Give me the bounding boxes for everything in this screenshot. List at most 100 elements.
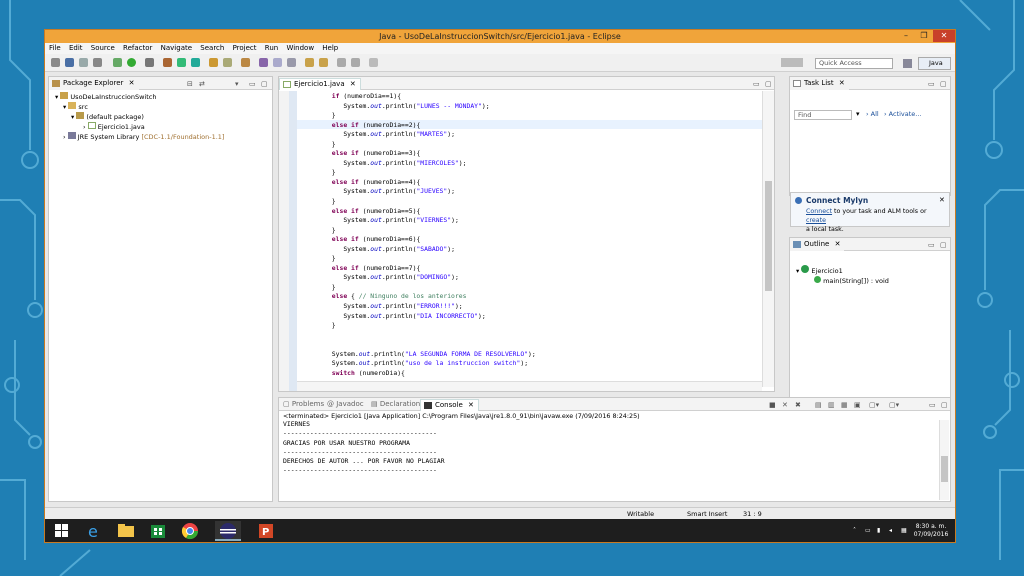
new-package-icon[interactable]	[177, 58, 186, 67]
package-explorer-tab[interactable]: Package Explorer ✕	[49, 78, 139, 90]
next-annotation-icon[interactable]	[305, 58, 314, 67]
outline-tab[interactable]: Outline ✕	[790, 239, 845, 251]
open-perspective-icon[interactable]	[903, 59, 912, 68]
tray-up-arrow-icon[interactable]: ˄	[853, 527, 856, 535]
menu-navigate[interactable]: Navigate	[161, 44, 192, 52]
minimize-view-icon[interactable]: ▭	[928, 239, 935, 252]
tab-javadoc[interactable]: @ Javadoc	[327, 398, 364, 411]
connect-link[interactable]: Connect	[806, 208, 832, 215]
menu-file[interactable]: File	[49, 44, 61, 52]
tab-declaration[interactable]: ▤ Declaration	[371, 398, 420, 411]
maximize-view-icon[interactable]: ▢	[941, 399, 948, 412]
search-icon[interactable]	[241, 58, 250, 67]
minimize-view-icon[interactable]: ▭	[929, 399, 936, 412]
pin-console-icon[interactable]: ▣	[854, 399, 861, 412]
view-menu-icon[interactable]: ▾	[235, 78, 239, 91]
previous-annotation-icon[interactable]	[319, 58, 328, 67]
close-tab-icon[interactable]: ✕	[835, 240, 841, 248]
menu-help[interactable]: Help	[322, 44, 338, 52]
new-icon[interactable]	[51, 58, 60, 67]
scroll-lock-icon[interactable]: ▥	[828, 399, 835, 412]
debug-icon[interactable]	[113, 58, 122, 67]
pin-editor-icon[interactable]	[369, 58, 378, 67]
maximize-view-icon[interactable]: ▢	[765, 78, 772, 91]
print-icon[interactable]	[93, 58, 102, 67]
task-find-input[interactable]: Find	[794, 110, 852, 120]
editor-horizontal-scrollbar[interactable]	[297, 381, 762, 391]
tree-item-default-package[interactable]: ▾ (default package)	[55, 112, 224, 122]
minimize-view-icon[interactable]: ▭	[928, 78, 935, 91]
toggle-block-selection-icon[interactable]	[273, 58, 282, 67]
show-whitespace-icon[interactable]	[287, 58, 296, 67]
menu-project[interactable]: Project	[233, 44, 257, 52]
powerpoint-taskbar-icon[interactable]: P	[253, 521, 279, 541]
maximize-button[interactable]: ❐	[915, 30, 933, 42]
close-button[interactable]: ✕	[933, 30, 955, 42]
outline-method-item[interactable]: main(String[]) : void	[796, 276, 889, 286]
outline-class-item[interactable]: ▾ Ejercicio1	[796, 265, 889, 276]
editor-vertical-scrollbar[interactable]	[762, 91, 774, 387]
menu-window[interactable]: Window	[286, 44, 314, 52]
minimize-view-icon[interactable]: ▭	[753, 78, 760, 91]
maximize-view-icon[interactable]: ▢	[940, 239, 947, 252]
open-task-icon[interactable]	[223, 58, 232, 67]
close-tab-icon[interactable]: ✕	[839, 79, 845, 87]
file-explorer-taskbar-icon[interactable]	[113, 521, 139, 541]
close-tab-icon[interactable]: ✕	[468, 401, 474, 409]
tab-console[interactable]: Console ✕	[420, 399, 479, 411]
tree-item-project[interactable]: ▾ UsoDeLaInstruccionSwitch	[55, 92, 224, 102]
tab-problems[interactable]: ▢ Problems	[283, 398, 324, 411]
clear-console-icon[interactable]: ▤	[815, 399, 822, 412]
back-icon[interactable]	[337, 58, 346, 67]
forward-icon[interactable]	[351, 58, 360, 67]
maximize-view-icon[interactable]: ▢	[940, 78, 947, 91]
internet-explorer-taskbar-icon[interactable]: e	[81, 521, 107, 541]
filter-all-link[interactable]: › All	[866, 110, 879, 118]
save-icon[interactable]	[65, 58, 74, 67]
new-class-icon[interactable]	[191, 58, 200, 67]
minimize-button[interactable]: –	[897, 30, 915, 42]
tray-network-icon[interactable]: ▭	[865, 527, 871, 535]
find-dropdown-icon[interactable]: ▾	[856, 110, 860, 118]
start-button[interactable]	[49, 521, 75, 541]
new-java-project-icon[interactable]	[163, 58, 172, 67]
word-wrap-icon[interactable]: ▦	[841, 399, 848, 412]
chrome-taskbar-icon[interactable]	[177, 521, 203, 541]
scrollbar-thumb[interactable]	[765, 181, 772, 291]
external-tools-icon[interactable]	[145, 58, 154, 67]
create-link[interactable]: create	[806, 217, 826, 224]
console-scrollbar[interactable]	[939, 420, 949, 500]
close-tab-icon[interactable]: ✕	[129, 79, 135, 87]
display-console-icon[interactable]: ▢▾	[869, 399, 879, 412]
remove-all-icon[interactable]: ✖	[795, 399, 801, 412]
menu-source[interactable]: Source	[91, 44, 115, 52]
collapse-all-icon[interactable]: ⊟	[187, 78, 193, 91]
menu-refactor[interactable]: Refactor	[123, 44, 152, 52]
task-list-tab[interactable]: Task List ✕	[790, 78, 849, 90]
editor-tab-ejercicio1[interactable]: Ejercicio1.java ✕	[279, 78, 361, 90]
tree-item-jre[interactable]: › JRE System Library [CDC-1.1/Foundation…	[55, 132, 224, 142]
open-console-icon[interactable]: ▢▾	[889, 399, 899, 412]
store-taskbar-icon[interactable]	[145, 521, 171, 541]
code-area[interactable]: if (numeroDia==1){ System.out.println("L…	[301, 92, 536, 378]
quick-access-input[interactable]: Quick Access	[815, 58, 893, 69]
menu-edit[interactable]: Edit	[69, 44, 83, 52]
maximize-view-icon[interactable]: ▢	[261, 78, 268, 91]
minimize-view-icon[interactable]: ▭	[249, 78, 256, 91]
tree-item-java-file[interactable]: › Ejercicio1.java	[55, 122, 224, 132]
run-icon[interactable]	[127, 58, 136, 67]
toggle-mark-occurrences-icon[interactable]	[259, 58, 268, 67]
activate-link[interactable]: › Activate...	[884, 110, 922, 118]
menu-search[interactable]: Search	[200, 44, 224, 52]
close-tab-icon[interactable]: ✕	[350, 80, 356, 88]
menu-run[interactable]: Run	[265, 44, 278, 52]
scrollbar-thumb[interactable]	[941, 456, 948, 482]
tray-keyboard-icon[interactable]: ▦	[901, 527, 907, 535]
save-all-icon[interactable]	[79, 58, 88, 67]
remove-launch-icon[interactable]: ✕	[782, 399, 788, 412]
open-type-icon[interactable]	[209, 58, 218, 67]
eclipse-taskbar-icon[interactable]	[215, 521, 241, 541]
tray-volume-icon[interactable]: ◂	[889, 527, 892, 535]
tray-power-icon[interactable]: ▮	[877, 527, 880, 535]
java-perspective-button[interactable]: Java	[918, 57, 951, 70]
